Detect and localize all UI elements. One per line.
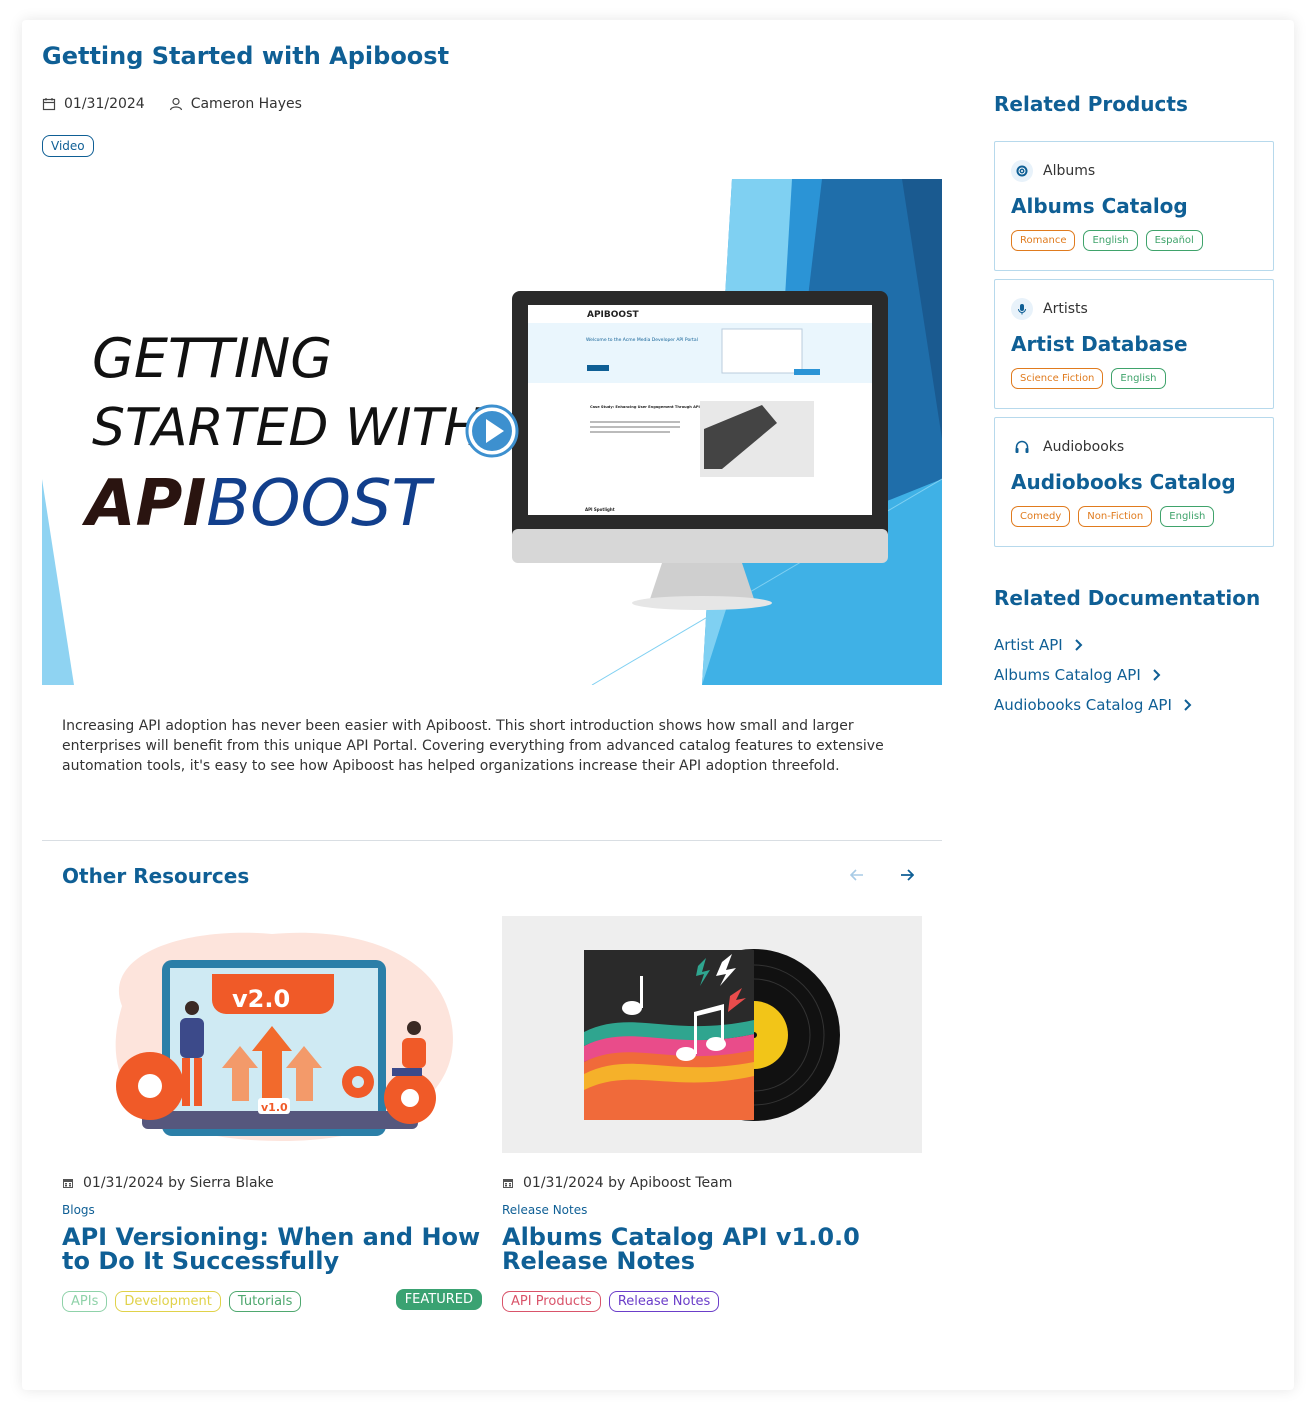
doc-link-label: Albums Catalog API <box>994 666 1141 684</box>
product-name[interactable]: Artist Database <box>1011 332 1188 356</box>
product-card-artists[interactable]: Artists Artist Database Science Fiction … <box>994 279 1274 409</box>
video-hero[interactable]: APIBOOST Welcome to the Acme Media Devel… <box>42 179 942 685</box>
article-date: 01/31/2024 <box>64 96 145 112</box>
calendar-icon <box>63 1179 73 1188</box>
screen-welcome: Welcome to the Acme Media Developer API … <box>586 337 698 343</box>
article-description: Increasing API adoption has never been e… <box>62 718 884 774</box>
thumb-version-2: v2.0 <box>232 985 290 1013</box>
product-name[interactable]: Audiobooks Catalog <box>1011 470 1236 494</box>
resource-thumbnail[interactable] <box>502 916 922 1153</box>
carousel-prev-button[interactable] <box>846 866 868 888</box>
album-icon <box>1011 160 1033 182</box>
related-products-title: Related Products <box>994 92 1188 116</box>
doc-link-artist-api[interactable]: Artist API <box>994 636 1085 654</box>
page-title: Getting Started with Apiboost <box>42 42 450 70</box>
resource-category[interactable]: Release Notes <box>502 1203 922 1217</box>
product-tag[interactable]: Español <box>1145 230 1203 251</box>
product-tag[interactable]: Science Fiction <box>1011 368 1104 389</box>
product-tag[interactable]: Comedy <box>1011 506 1071 527</box>
resource-category[interactable]: Blogs <box>62 1203 482 1217</box>
tag-apis[interactable]: APIs <box>62 1290 108 1312</box>
play-icon <box>465 404 519 458</box>
hero-brand-light: BOOST <box>206 467 435 541</box>
tag-api-products[interactable]: API Products <box>502 1290 601 1312</box>
user-icon <box>169 97 182 111</box>
product-tag[interactable]: English <box>1111 368 1166 389</box>
play-button[interactable] <box>464 403 520 459</box>
carousel-next-button[interactable] <box>896 866 918 888</box>
arrow-right-icon <box>901 869 915 881</box>
doc-link-label: Artist API <box>994 636 1063 654</box>
product-card-albums[interactable]: Albums Albums Catalog Romance English Es… <box>994 141 1274 271</box>
product-card-audiobooks[interactable]: Audiobooks Audiobooks Catalog Comedy Non… <box>994 417 1274 547</box>
resource-card[interactable]: v2.0 v1.0 01/31/2024 by Sierra Blake Blo… <box>62 916 482 1313</box>
resource-title[interactable]: Albums Catalog API v1.0.0 Release Notes <box>502 1225 922 1273</box>
doc-link-albums-catalog-api[interactable]: Albums Catalog API <box>994 666 1163 684</box>
product-type: Audiobooks <box>1043 439 1125 455</box>
chevron-right-icon <box>1153 669 1161 681</box>
tag-development[interactable]: Development <box>115 1290 221 1312</box>
section-divider <box>42 840 942 841</box>
tag-tutorials[interactable]: Tutorials <box>228 1290 302 1312</box>
resource-date-author: 01/31/2024 by Apiboost Team <box>523 1175 733 1191</box>
product-type: Artists <box>1043 301 1088 317</box>
hero-line-1: GETTING <box>92 327 332 390</box>
resource-thumbnail[interactable]: v2.0 v1.0 <box>62 916 482 1153</box>
screen-logo: APIBOOST <box>587 310 640 320</box>
tag-release-notes[interactable]: Release Notes <box>608 1290 720 1312</box>
product-tag[interactable]: English <box>1160 506 1215 527</box>
product-tag[interactable]: Non-Fiction <box>1078 506 1153 527</box>
hero-line-2: STARTED WITH <box>92 398 483 458</box>
type-badge[interactable]: Video <box>42 135 94 157</box>
content-card: Getting Started with Apiboost 01/31/2024… <box>22 20 1294 1390</box>
article-author: Cameron Hayes <box>190 96 302 112</box>
svg-text:APIBOOST: APIBOOST <box>81 467 436 541</box>
doc-link-audiobooks-catalog-api[interactable]: Audiobooks Catalog API <box>994 696 1194 714</box>
related-docs-title: Related Documentation <box>994 586 1261 610</box>
resource-date-author: 01/31/2024 by Sierra Blake <box>83 1175 274 1191</box>
product-type: Albums <box>1043 163 1096 179</box>
resource-meta: 01/31/2024 by Sierra Blake <box>62 1175 482 1191</box>
other-resources-title: Other Resources <box>62 864 250 888</box>
microphone-icon <box>1011 298 1033 320</box>
article-meta: 01/31/2024 Cameron Hayes <box>42 96 302 112</box>
resource-card[interactable]: 01/31/2024 by Apiboost Team Release Note… <box>502 916 922 1313</box>
hero-brand-bold: API <box>81 467 206 541</box>
featured-badge: FEATURED <box>395 1289 482 1310</box>
product-name[interactable]: Albums Catalog <box>1011 194 1188 218</box>
screen-spotlight: API Spotlight <box>585 507 615 512</box>
chevron-right-icon <box>1074 639 1083 651</box>
resource-tags: API Products Release Notes <box>502 1289 922 1313</box>
doc-link-label: Audiobooks Catalog API <box>994 696 1172 714</box>
resource-tags: APIs Development Tutorials FEATURED <box>62 1289 482 1313</box>
product-tag[interactable]: Romance <box>1011 230 1076 251</box>
thumb-version-1: v1.0 <box>261 1101 288 1114</box>
product-tag[interactable]: English <box>1083 230 1138 251</box>
resource-meta: 01/31/2024 by Apiboost Team <box>502 1175 922 1191</box>
headphones-icon <box>1011 436 1033 458</box>
resource-title[interactable]: API Versioning: When and How to Do It Su… <box>62 1225 482 1273</box>
arrow-left-icon <box>849 869 863 881</box>
chevron-right-icon <box>1184 699 1192 711</box>
calendar-icon <box>503 1179 513 1188</box>
calendar-icon <box>42 98 56 111</box>
